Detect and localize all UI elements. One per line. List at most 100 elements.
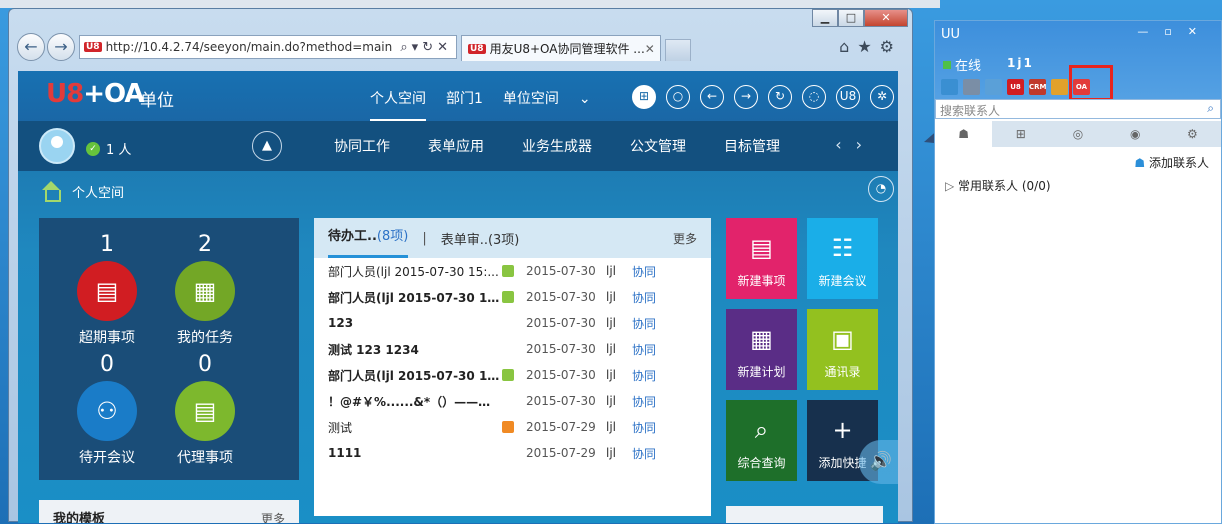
item-type[interactable]: 协同 [632,315,656,332]
search-refresh-icons[interactable]: ⌕▾↻✕ [400,40,452,55]
refresh-icon[interactable]: ↻ [768,85,792,109]
list-item[interactable]: ！@#￥%......&*（）——+}{“... 2015-07-30 ljl 协同 [314,388,711,414]
avatar[interactable] [39,128,75,164]
u8-icon[interactable]: U8 [1007,79,1024,95]
search-icon[interactable]: ○ [666,85,690,109]
settings-gear-icon[interactable]: ⚙ [880,37,902,56]
tab-group-chat-icon[interactable]: ◉ [1107,121,1164,147]
pending-more-link[interactable]: 更多 [673,230,697,247]
restore-icon[interactable]: ▫ [1164,25,1187,38]
item-title[interactable]: 123 [328,316,500,330]
windows-icon[interactable]: ⊞ [632,85,656,109]
new-meeting-tile[interactable]: ☷ 新建会议 [807,218,878,299]
stat-delegate[interactable]: 0 ▤ 代理事项 [157,352,253,467]
stat-tasks[interactable]: 2 ▦ 我的任务 [157,232,253,347]
clock-icon[interactable]: ◔ [868,176,894,202]
tab-settings-icon[interactable]: ⚙ [1164,121,1221,147]
printer-icon[interactable] [963,79,980,95]
chevron-down-icon[interactable]: ⌄ [579,71,591,121]
browser-tab[interactable]: U8 用友U8+OA协同管理软件 ... ✕ [461,35,661,61]
url-field[interactable]: U8 http://10.4.2.74/seeyon/main.do?metho… [79,35,457,59]
lower-right-panel [726,506,883,523]
minimize-button[interactable]: ▁ [812,9,838,27]
item-title[interactable]: 测试 [328,419,500,436]
favorites-star-icon[interactable]: ★ [857,37,879,56]
speaker-icon[interactable]: 🔊 [859,440,898,484]
menu-goal-management[interactable]: 目标管理 [724,136,780,156]
list-item[interactable]: 1111 2015-07-29 ljl 协同 [314,440,711,466]
menu-business-generator[interactable]: 业务生成器 [522,136,592,156]
tab-form-approval[interactable]: 表单审..(3项) [441,229,520,248]
stat-meetings[interactable]: 0 ⚇ 待开会议 [59,352,155,467]
maximize-button[interactable]: □ [838,9,864,27]
u8-plus-icon[interactable]: U8 [836,85,860,109]
stat-overdue[interactable]: 1 ▤ 超期事项 [59,232,155,347]
refresh-icon[interactable] [1051,79,1068,95]
contact-group[interactable]: ▷ 常用联系人 (0/0) [945,177,1051,194]
home-icon[interactable] [40,181,62,202]
list-item[interactable]: 部门人员(ljl 2015-07-30 15:... 2015-07-30 ljl 协… [314,258,711,284]
back-arrow-icon[interactable]: ← [700,85,724,109]
menu-collaboration[interactable]: 协同工作 [334,136,390,156]
tab-contacts-person-icon[interactable]: ☗ [935,121,993,147]
settings-icon[interactable]: ✲ [870,85,894,109]
item-title[interactable]: 部门人员(ljl 2015-07-30 10... [328,367,500,384]
forward-arrow-icon[interactable]: → [734,85,758,109]
chevron-right-icon[interactable]: › [856,135,876,154]
minimize-icon[interactable]: — [1137,25,1164,38]
list-item[interactable]: 测试 2015-07-29 ljl 协同 [314,414,711,440]
app-top-bar: U8+OA 单位 个人空间 部门1 单位空间 ⌄ ⊞ ○ ← → ↻ ◌ U8 … [18,71,898,121]
tile-icon: ▣ [831,325,854,353]
tab-department[interactable]: 部门1 [446,71,483,121]
tab-unit-space[interactable]: 单位空间 [503,71,559,121]
chevron-left-icon[interactable]: ‹ [835,135,855,154]
uu-messenger-window: UU —▫✕ 在线 1j1 U8 CRM OA 搜索联系人 ⌕ ☗ ⊞ ◎ ◉ ⚙ ☗… [934,20,1222,524]
tab-personal-space[interactable]: 个人空间 [370,71,426,121]
item-title[interactable]: 部门人员(ljl 2015-07-30 15:... [328,263,500,280]
back-button[interactable]: ← [17,33,45,61]
close-window-button[interactable]: ✕ [864,9,908,27]
item-title[interactable]: 1111 [328,446,500,460]
item-type[interactable]: 协同 [632,341,656,358]
uu-status[interactable]: 在线 [943,55,981,74]
add-contact-button[interactable]: ☗ 添加联系人 [1134,154,1209,171]
item-type[interactable]: 协同 [632,445,656,462]
new-plan-tile[interactable]: ▦ 新建计划 [726,309,797,390]
item-type[interactable]: 协同 [632,419,656,436]
item-type[interactable]: 协同 [632,289,656,306]
tab-pending[interactable]: 待办工..(8项) [328,218,409,258]
item-type[interactable]: 协同 [632,367,656,384]
item-date: 2015-07-30 [526,368,596,382]
tab-close-icon[interactable]: ✕ [645,42,655,56]
new-item-tile[interactable]: ▤ 新建事项 [726,218,797,299]
item-title[interactable]: 部门人员(ljl 2015-07-30 15... [328,289,500,306]
search-tile[interactable]: ⌕ 综合查询 [726,400,797,481]
list-item[interactable]: 部门人员(ljl 2015-07-30 10... 2015-07-30 ljl 协同 [314,362,711,388]
close-icon[interactable]: ✕ [1188,25,1213,38]
item-title[interactable]: 测试 123 1234 [328,341,500,358]
item-type[interactable]: 协同 [632,263,656,280]
home-icon[interactable]: ⌂ [839,37,857,56]
item-title[interactable]: ！@#￥%......&*（）——+}{“... [328,393,500,410]
list-item[interactable]: 测试 123 1234 2015-07-30 ljl 协同 [314,336,711,362]
message-icon[interactable]: ◌ [802,85,826,109]
list-item[interactable]: 部门人员(ljl 2015-07-30 15... 2015-07-30 ljl 协同 [314,284,711,310]
item-type[interactable]: 协同 [632,393,656,410]
templates-more-link[interactable]: 更多 [261,510,285,523]
online-status[interactable]: ✓ 1 人 [86,139,131,158]
address-book-tile[interactable]: ▣ 通讯录 [807,309,878,390]
doc-icon[interactable] [941,79,958,95]
contact-search-input[interactable]: 搜索联系人 ⌕ [935,99,1221,119]
tab-chat-icon[interactable]: ◎ [1049,121,1106,147]
menu-document-management[interactable]: 公文管理 [630,136,686,156]
search-icon[interactable]: ⌕ [1207,101,1214,116]
list-item[interactable]: 123 2015-07-30 ljl 协同 [314,310,711,336]
menu-form-app[interactable]: 表单应用 [428,136,484,156]
chat-icon[interactable] [985,79,1002,95]
navigation-compass-icon[interactable]: ▲ [252,131,282,161]
forward-button[interactable]: → [47,33,75,61]
crm-icon[interactable]: CRM [1029,79,1047,95]
tab-org-icon[interactable]: ⊞ [992,121,1049,147]
delegate-icon: ▤ [175,381,235,441]
new-tab-button[interactable] [665,39,691,61]
